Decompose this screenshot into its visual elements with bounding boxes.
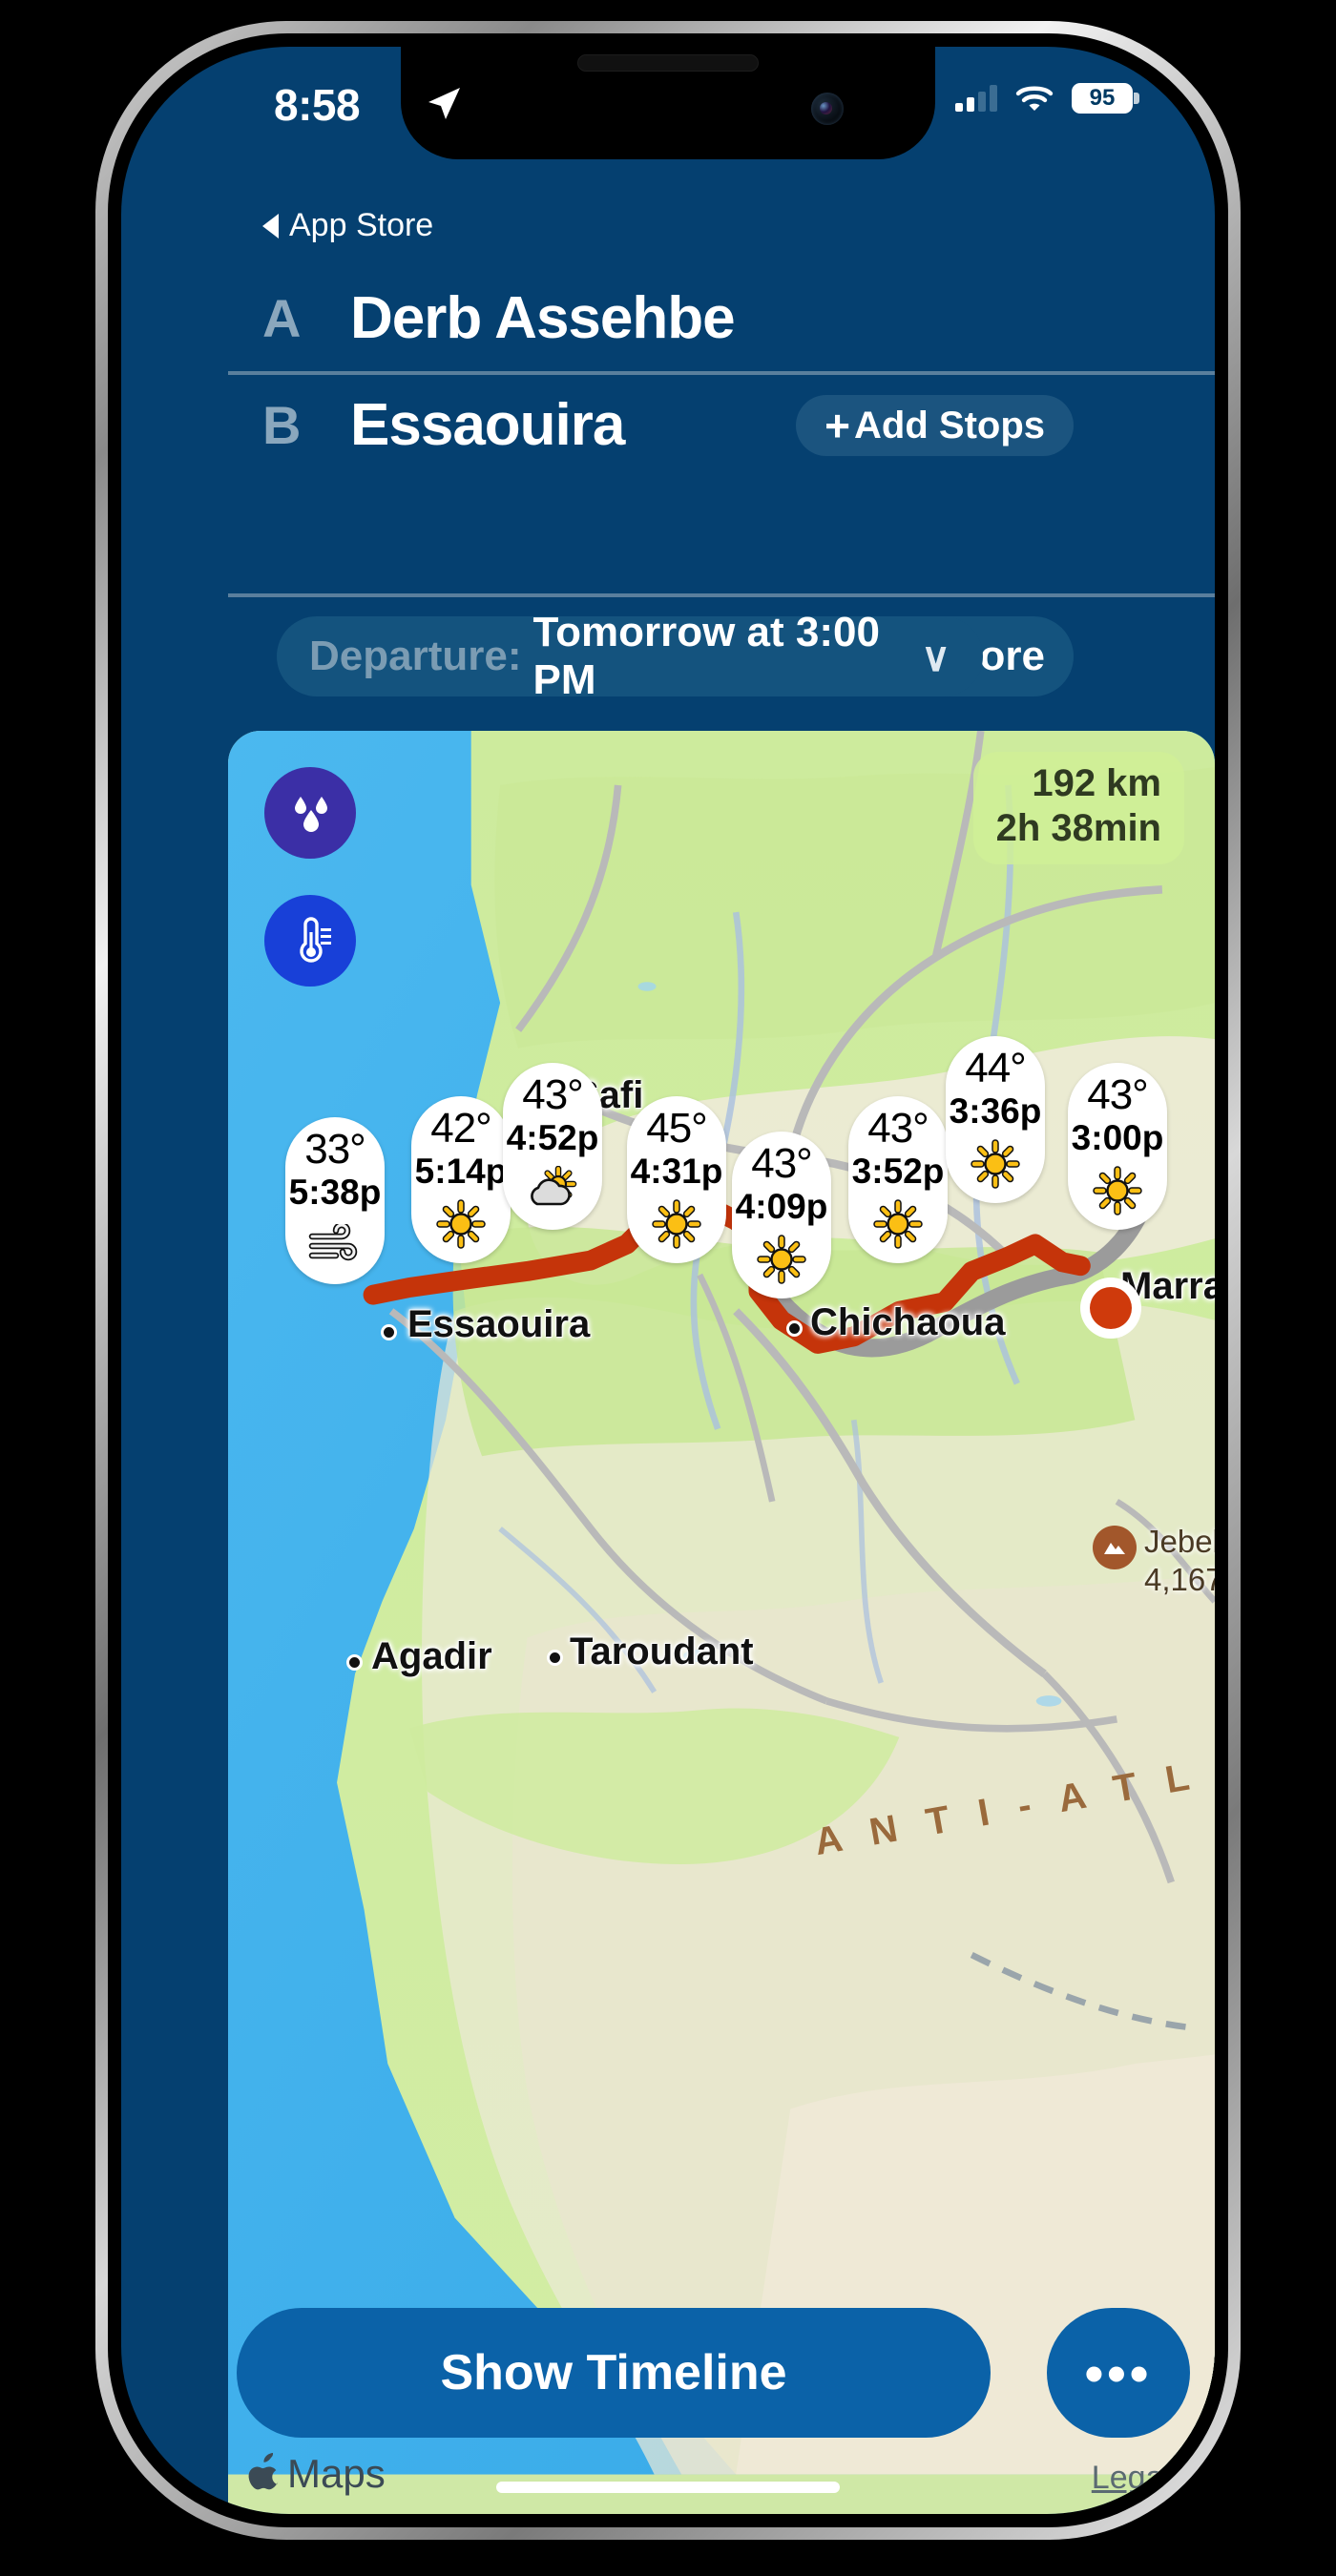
- route-divider: [228, 371, 1215, 375]
- back-caret-icon: [262, 213, 279, 239]
- weather-pin-temperature: 42°: [430, 1105, 492, 1152]
- weather-pin[interactable]: 33° 5:38p: [285, 1117, 385, 1284]
- phone-screen: 192 km 2h 38min Safi Essaouira Chichaoua Ma…: [121, 47, 1215, 2514]
- weather-pin-temperature: 45°: [646, 1105, 708, 1152]
- sun-icon: [1093, 1165, 1142, 1216]
- chevron-down-icon: ∨: [921, 634, 950, 679]
- peak-elevation: 4,167 m: [1144, 1561, 1215, 1597]
- route-distance-badge: 192 km 2h 38min: [972, 752, 1184, 865]
- back-link-label: App Store: [289, 207, 434, 243]
- wind-icon: [307, 1219, 363, 1271]
- weather-pin-temperature: 44°: [965, 1045, 1027, 1091]
- battery-indicator: 95: [1072, 83, 1139, 114]
- status-indicators: 95: [955, 83, 1139, 114]
- map-tiles: [228, 731, 1215, 2475]
- weather-pin-time: 3:52p: [851, 1152, 945, 1191]
- back-to-app-store-link[interactable]: App Store: [262, 207, 433, 244]
- sun-behind-cloud-icon: [526, 1165, 579, 1216]
- map-place-dot: [786, 1320, 803, 1337]
- map-place-label[interactable]: Taroudant: [570, 1631, 754, 1673]
- weather-pin-time: 3:36p: [949, 1091, 1042, 1131]
- weather-pin-time: 3:00p: [1071, 1118, 1164, 1157]
- weather-pin-time: 4:52p: [506, 1118, 599, 1157]
- peak-name: Jebel T: [1144, 1524, 1215, 1559]
- route-origin-row[interactable]: A Derb Assehbe: [121, 264, 1215, 371]
- weather-pin-time: 5:14p: [414, 1152, 508, 1191]
- weather-pin-temperature: 43°: [1087, 1071, 1149, 1118]
- destination-name[interactable]: Essaouira: [350, 391, 625, 459]
- weather-pin-temperature: 43°: [867, 1105, 929, 1152]
- weather-pin[interactable]: 44° 3:36p: [946, 1036, 1045, 1203]
- origin-name[interactable]: Derb Assehbe: [350, 284, 736, 352]
- sun-icon: [971, 1138, 1020, 1190]
- weather-pin-time: 4:31p: [630, 1152, 723, 1191]
- weather-pin[interactable]: 43° 3:00p: [1068, 1063, 1167, 1230]
- weather-route-app: 192 km 2h 38min Safi Essaouira Chichaoua Ma…: [121, 47, 1215, 2514]
- cellular-signal-icon: [955, 85, 997, 112]
- weather-pin-temperature: 43°: [522, 1071, 584, 1118]
- status-time: 8:58: [274, 80, 361, 130]
- status-bar: 8:58 95: [121, 47, 1215, 159]
- sun-icon: [757, 1234, 806, 1285]
- sun-icon: [436, 1198, 486, 1250]
- peak-label: Jebel T 4,167 m: [1144, 1523, 1215, 1598]
- map-place-dot: [547, 1650, 563, 1666]
- weather-pin-time: 4:09p: [735, 1187, 828, 1226]
- map-place-label[interactable]: Essaouira: [407, 1303, 590, 1346]
- map-view[interactable]: 192 km 2h 38min Safi Essaouira Chichaoua Ma…: [228, 731, 1215, 2514]
- map-place-dot: [346, 1654, 363, 1671]
- thermometer-icon: [300, 917, 331, 963]
- destination-letter: B: [262, 394, 302, 455]
- overflow-menu-button[interactable]: •••: [1047, 2308, 1190, 2438]
- departure-value: Tomorrow at 3:00 PM: [532, 609, 880, 703]
- weather-pin-temperature: 43°: [751, 1140, 813, 1187]
- weather-pin[interactable]: 43° 4:09p: [732, 1132, 831, 1298]
- show-timeline-button[interactable]: Show Timeline: [237, 2308, 991, 2438]
- weather-pin[interactable]: 43° 3:52p: [848, 1096, 948, 1263]
- add-stops-button[interactable]: + Add Stops: [796, 395, 1074, 456]
- plus-icon: +: [825, 401, 851, 450]
- origin-letter: A: [262, 287, 302, 348]
- weather-pin[interactable]: 43° 4:52p: [503, 1063, 602, 1230]
- destination-marker[interactable]: [1080, 1278, 1141, 1339]
- weather-pin[interactable]: 45° 4:31p: [627, 1096, 726, 1263]
- route-distance: 192 km: [1032, 762, 1161, 804]
- sun-icon: [652, 1198, 701, 1250]
- weather-pin-time: 5:38p: [288, 1173, 382, 1212]
- map-place-dot: [381, 1324, 397, 1340]
- raindrops-icon: [295, 797, 327, 832]
- sun-icon: [873, 1198, 923, 1250]
- phone-bezel: 192 km 2h 38min Safi Essaouira Chichaoua Ma…: [108, 33, 1228, 2527]
- temperature-layer-button[interactable]: [264, 895, 356, 987]
- phone-frame: 192 km 2h 38min Safi Essaouira Chichaoua Ma…: [95, 21, 1241, 2540]
- departure-bar: Departure: Tomorrow at 3:00 PM ∨: [121, 597, 1215, 731]
- departure-label: Departure:: [309, 633, 522, 679]
- departure-selector[interactable]: Departure: Tomorrow at 3:00 PM ∨: [277, 609, 983, 703]
- home-indicator[interactable]: [496, 2482, 840, 2493]
- mountain-icon: [1093, 1526, 1137, 1569]
- map-place-label[interactable]: Chichaoua: [810, 1301, 1005, 1344]
- add-stops-label: Add Stops: [854, 404, 1045, 447]
- precipitation-layer-button[interactable]: [264, 767, 356, 859]
- route-duration: 2h 38min: [995, 807, 1161, 850]
- weather-pin[interactable]: 42° 5:14p: [411, 1096, 511, 1263]
- weather-pin-temperature: 33°: [304, 1126, 366, 1173]
- map-place-label[interactable]: Agadir: [371, 1635, 492, 1678]
- location-arrow-icon: [425, 85, 463, 128]
- wifi-icon: [1015, 86, 1054, 111]
